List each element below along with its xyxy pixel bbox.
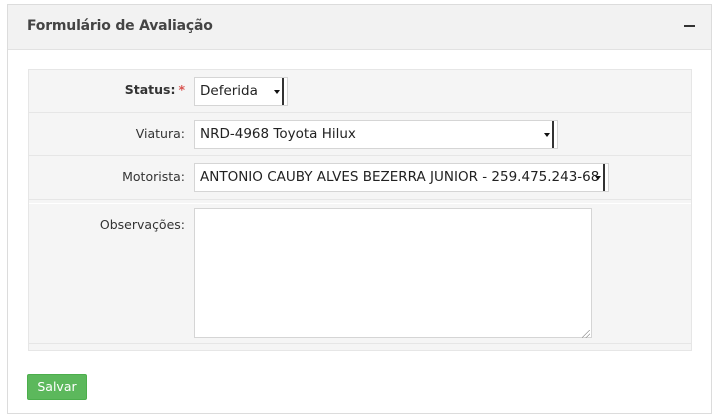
viatura-row: Viatura: NRD-4968 Toyota Hilux <box>29 113 691 156</box>
status-select[interactable]: Deferida <box>194 77 288 106</box>
panel-header: Formulário de Avaliação <box>8 5 711 50</box>
status-row: Status: * Deferida <box>29 70 691 113</box>
motorista-selected-value: ANTONIO CAUBY ALVES BEZERRA JUNIOR - 259… <box>200 169 600 185</box>
status-selected-value: Deferida <box>200 83 258 99</box>
motorista-row: Motorista: ANTONIO CAUBY ALVES BEZERRA J… <box>29 156 691 200</box>
evaluation-form-panel: Formulário de Avaliação Status: * Deferid… <box>7 4 712 414</box>
resize-grip-icon[interactable] <box>582 330 590 338</box>
motorista-select[interactable]: ANTONIO CAUBY ALVES BEZERRA JUNIOR - 259… <box>194 163 609 192</box>
chevron-down-icon <box>595 164 605 191</box>
chevron-down-icon <box>544 121 554 148</box>
required-mark: * <box>178 82 185 97</box>
minus-icon[interactable] <box>684 25 695 27</box>
motorista-label: Motorista: <box>122 169 185 184</box>
status-label: Status: * <box>124 82 185 97</box>
save-button[interactable]: Salvar <box>27 374 87 400</box>
form-fields: Status: * Deferida Viatura: NRD-4968 Toyo… <box>28 69 692 351</box>
chevron-down-icon <box>274 78 284 105</box>
viatura-label: Viatura: <box>135 126 185 141</box>
viatura-select[interactable]: NRD-4968 Toyota Hilux <box>194 120 558 149</box>
observacoes-row: Observações: <box>29 203 691 344</box>
panel-title: Formulário de Avaliação <box>27 18 213 34</box>
viatura-selected-value: NRD-4968 Toyota Hilux <box>200 126 356 142</box>
observacoes-textarea[interactable] <box>194 208 592 338</box>
observacoes-label: Observações: <box>99 217 185 232</box>
